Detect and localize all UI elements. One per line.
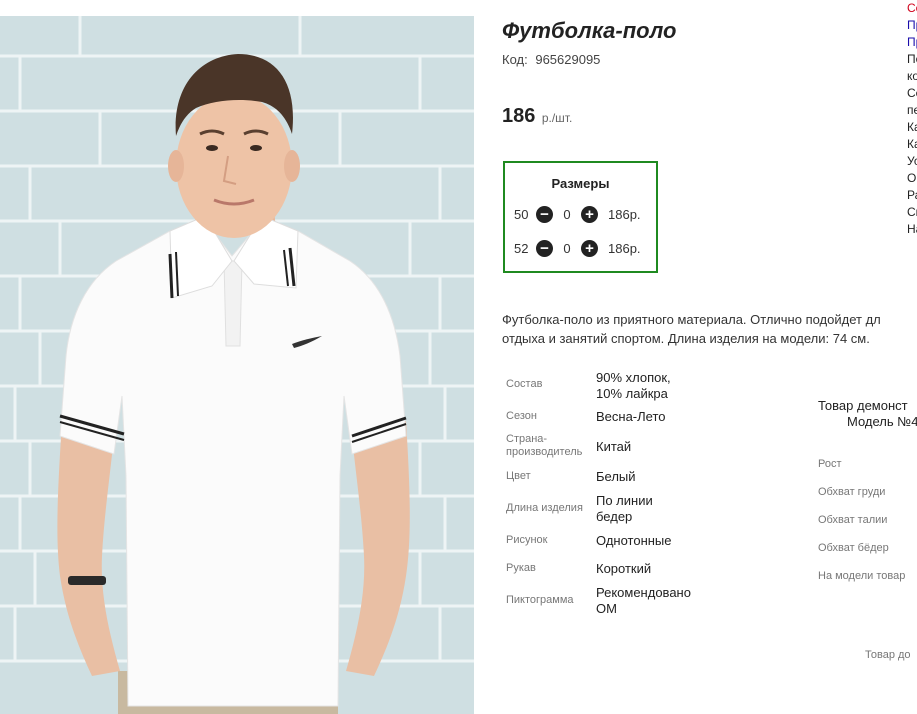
product-title: Футболка-поло (502, 18, 677, 43)
spec-value-line: Белый (596, 469, 636, 484)
size-value: 50 (514, 206, 529, 222)
right-menu-item[interactable]: Ус (907, 153, 917, 170)
model-wearing-polo-image (0, 16, 474, 714)
right-menu-item[interactable]: Пр (907, 34, 917, 51)
product-page: Футболка-поло Код: 965629095 186 р./шт. … (0, 0, 917, 714)
size-row: 52 − 0 + 186р. (514, 239, 641, 257)
spec-label: Страна- производитель (506, 433, 582, 459)
plus-button[interactable]: + (581, 239, 598, 257)
model-label-waist: Обхват талии (818, 514, 888, 526)
spec-value-line: 90% хлопок, (596, 370, 671, 385)
spec-value-line: Весна-Лето (596, 409, 666, 424)
model-label-size-worn: На модели товар (818, 570, 906, 582)
spec-value: Короткий (596, 561, 651, 577)
price-amount: 186 (502, 105, 536, 127)
right-menu-item[interactable]: ко (907, 68, 917, 85)
size-value: 52 (514, 240, 529, 256)
product-photo[interactable] (0, 16, 474, 714)
spec-value: Китай (596, 439, 631, 455)
model-label-hips: Обхват бёдер (818, 542, 889, 554)
description-line: Футболка-поло из приятного материала. От… (502, 312, 881, 327)
product-description: Футболка-поло из приятного материала. От… (502, 310, 917, 348)
right-menu-item[interactable]: Се (907, 85, 917, 102)
spec-value: Рекомендовано ОМ (596, 585, 691, 617)
right-menu-item[interactable]: Со (907, 0, 917, 17)
right-menu-item[interactable]: пе (907, 102, 917, 119)
spec-value-line: По линии (596, 493, 653, 508)
model-heading-line: Товар демонст (818, 398, 908, 413)
spec-label: Сезон (506, 410, 537, 422)
spec-value: По линии бедер (596, 493, 653, 525)
size-price: 186р. (608, 206, 641, 222)
spec-value-line: ОМ (596, 601, 617, 616)
product-code: Код: 965629095 (502, 52, 600, 67)
size-row: 50 − 0 + 186р. (514, 205, 641, 223)
sizes-box: Размеры 50 − 0 + 186р. 52 − 0 + 186р. (503, 161, 658, 273)
model-heading-line: Модель №4 (847, 414, 917, 429)
model-footer: Товар до (865, 649, 911, 661)
right-menu-item[interactable]: На (907, 221, 917, 238)
spec-value-line: Китай (596, 439, 632, 454)
right-menu-item[interactable]: Сп (907, 204, 917, 221)
right-menu-item[interactable]: По (907, 51, 917, 68)
spec-value-line: Однотонные (596, 533, 672, 548)
right-menu-item[interactable]: Ра (907, 187, 917, 204)
spec-label: Цвет (506, 470, 531, 482)
model-heading: Товар демонст Модель №4 (818, 398, 917, 430)
price-unit: р./шт. (541, 111, 573, 125)
spec-label: Длина изделия (506, 502, 583, 514)
model-label-height: Рост (818, 458, 842, 470)
right-menu: Со Пр Пр По ко Се пе Ка Ка Ус Оп Ра Сп Н… (907, 0, 917, 238)
size-price: 186р. (608, 240, 641, 256)
product-code-value: 965629095 (535, 52, 601, 67)
spec-label: Состав (506, 378, 543, 390)
product-price: 186 р./шт. (502, 105, 572, 128)
product-code-label: Код: (502, 52, 528, 67)
spec-value-line: 10% лайкра (596, 386, 668, 401)
spec-label-line: производитель (506, 446, 583, 458)
right-menu-item[interactable]: Ка (907, 119, 917, 136)
spec-value-line: Рекомендовано (596, 585, 691, 600)
spec-value: Весна-Лето (596, 409, 666, 425)
minus-button[interactable]: − (536, 239, 553, 257)
spec-value: 90% хлопок, 10% лайкра (596, 370, 671, 402)
quantity-value[interactable]: 0 (553, 241, 581, 256)
spec-label: Рисунок (506, 534, 548, 546)
spec-label: Рукав (506, 562, 536, 574)
plus-button[interactable]: + (581, 205, 598, 223)
quantity-value[interactable]: 0 (553, 207, 581, 222)
right-menu-item[interactable]: Оп (907, 170, 917, 187)
spec-label-line: Страна- (506, 433, 548, 445)
spec-value-line: бедер (596, 509, 633, 524)
description-line: отдыха и занятий спортом. Длина изделия … (502, 331, 870, 346)
spec-value: Белый (596, 469, 636, 485)
spec-value-line: Короткий (596, 561, 652, 576)
spec-label: Пиктограмма (506, 594, 574, 606)
right-menu-item[interactable]: Ка (907, 136, 917, 153)
right-menu-item[interactable]: Пр (907, 17, 917, 34)
sizes-title: Размеры (551, 176, 610, 191)
model-label-chest: Обхват груди (818, 486, 886, 498)
spec-value: Однотонные (596, 533, 672, 549)
minus-button[interactable]: − (536, 205, 553, 223)
